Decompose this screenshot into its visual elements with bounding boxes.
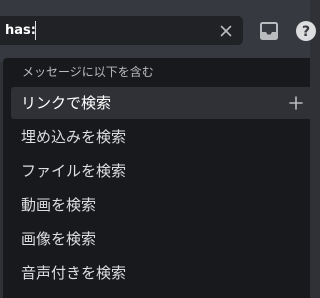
option-label: 画像を検索 — [21, 230, 97, 248]
option-search-images[interactable]: 画像を検索 — [11, 223, 310, 255]
top-bar: has: ? — [0, 0, 316, 62]
search-query-text: has: — [5, 23, 36, 38]
option-search-links[interactable]: リンクで検索 — [11, 87, 310, 119]
help-icon[interactable]: ? — [294, 19, 318, 43]
option-label: リンクで検索 — [21, 94, 112, 112]
option-label: 埋め込みを検索 — [21, 128, 127, 146]
option-search-files[interactable]: ファイルを検索 — [11, 155, 310, 187]
plus-icon — [288, 95, 304, 111]
text-caret — [35, 21, 36, 40]
popout-header: メッセージに以下を含む — [22, 65, 154, 79]
option-label: ファイルを検索 — [21, 162, 127, 180]
option-search-embeds[interactable]: 埋め込みを検索 — [11, 121, 310, 153]
option-search-videos[interactable]: 動画を検索 — [11, 189, 310, 221]
option-label: 音声付きを検索 — [21, 264, 127, 282]
close-icon[interactable] — [218, 23, 234, 39]
inbox-icon[interactable] — [257, 19, 281, 43]
option-search-audio[interactable]: 音声付きを検索 — [11, 257, 310, 289]
search-options-popout: メッセージに以下を含む リンクで検索 埋め込みを検索 ファイルを検索 動画を検索… — [3, 58, 310, 298]
search-input[interactable]: has: — [0, 16, 243, 45]
option-label: 動画を検索 — [21, 196, 97, 214]
help-glyph: ? — [302, 24, 310, 40]
